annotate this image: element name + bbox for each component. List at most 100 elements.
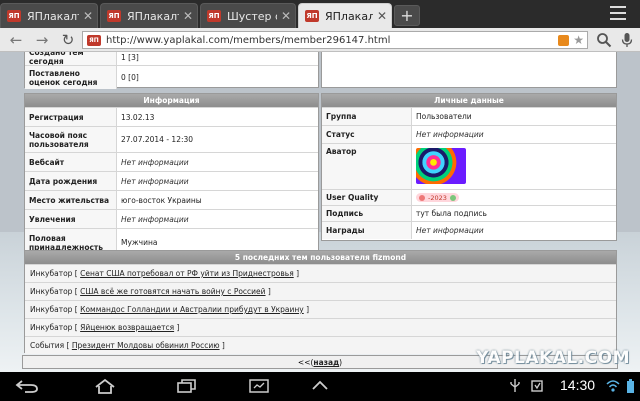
topic-link[interactable]: США всё же готовятся начать войну с Росс…: [80, 287, 265, 296]
star-icon[interactable]: ★: [573, 33, 584, 47]
topic-row: Инкубатор [ Яйценюк возвращается ]: [25, 318, 616, 336]
page-viewport: Создано тем сегодня 1 [3] Поставлено оце…: [0, 52, 640, 372]
notification-icon: [531, 380, 543, 392]
back-suffix: ): [339, 358, 343, 367]
avatar[interactable]: [416, 148, 466, 184]
topic-section: Инкубатор: [30, 287, 73, 296]
watermark: YAPLAKAL.COM: [476, 348, 630, 368]
quality-value: -2023: [428, 193, 447, 202]
tab-1[interactable]: ЯП ЯПлакалъ ✕: [0, 3, 98, 28]
clock: 14:30: [560, 377, 596, 393]
quality-badge[interactable]: -2023: [416, 193, 459, 202]
info-key: Вебсайт: [25, 153, 117, 171]
topic-link[interactable]: Сенат США потребовал от РФ уйти из Придн…: [80, 269, 294, 278]
topic-section: Инкубатор: [30, 269, 73, 278]
avatar-row: Аватор: [322, 143, 616, 189]
search-icon[interactable]: [596, 32, 612, 48]
info-title: Информация: [25, 94, 318, 107]
info-value: Нет информации: [121, 176, 189, 186]
wifi-icon: [606, 380, 620, 392]
screenshot-icon[interactable]: [248, 378, 270, 394]
awards-value: Нет информации: [416, 226, 484, 235]
stats-panel-right: [321, 52, 617, 88]
stat-row: Создано тем сегодня 1 [3]: [25, 52, 318, 66]
menu-icon[interactable]: [610, 6, 626, 22]
tab-strip: ЯП ЯПлакалъ ✕ ЯП ЯПлакалъ ✕ ЯП Шустер сл…: [0, 0, 640, 28]
tab-label: ЯПлакалъ: [27, 9, 79, 23]
info-row: Часовой пояс пользователя 27.07.2014 - 1…: [25, 126, 318, 152]
stat-value: 0 [0]: [121, 73, 139, 82]
info-row: Место жительства юго-восток Украины: [25, 190, 318, 209]
stat-key: Поставлено оценок сегодня: [25, 66, 117, 89]
stat-key: Создано тем сегодня: [25, 52, 117, 66]
close-icon[interactable]: ✕: [79, 9, 97, 23]
forward-arrow-icon[interactable]: →: [32, 30, 52, 50]
tab-label: Шустер сле...: [227, 9, 277, 23]
personal-row: Награды Нет информации: [322, 221, 616, 239]
tab-3[interactable]: ЯП Шустер сле... ✕: [200, 3, 296, 28]
info-value: 27.07.2014 - 12:30: [121, 135, 194, 144]
topic-link[interactable]: Президент Молдовы обвинил Россию: [72, 341, 220, 350]
info-value: юго-восток Украины: [121, 195, 202, 205]
back-icon[interactable]: [14, 378, 40, 394]
personal-row: Статус Нет информации: [322, 125, 616, 143]
battery-icon: [627, 379, 634, 393]
plus-icon[interactable]: [449, 194, 456, 201]
group-key: Группа: [322, 108, 412, 125]
info-key: Дата рождения: [25, 172, 117, 190]
topic-section: События: [30, 341, 65, 350]
back-arrow-icon[interactable]: ←: [6, 30, 26, 50]
favicon-icon: ЯП: [87, 34, 101, 46]
stat-row: Поставлено оценок сегодня 0 [0]: [25, 65, 318, 89]
stat-value: 1 [3]: [121, 52, 139, 62]
favicon-icon: ЯП: [107, 10, 121, 22]
personal-title: Личные данные: [322, 94, 616, 107]
address-bar: ← → ↻ ЯП http://www.yaplakal.com/members…: [0, 28, 640, 52]
info-row: Дата рождения Нет информации: [25, 171, 318, 190]
info-row: Увлечения Нет информации: [25, 209, 318, 228]
chevron-up-icon[interactable]: [310, 378, 330, 394]
info-row: Регистрация 13.02.13: [25, 107, 318, 126]
url-text: http://www.yaplakal.com/members/member29…: [106, 34, 391, 46]
info-row: Вебсайт Нет информации: [25, 152, 318, 171]
microphone-icon[interactable]: [620, 32, 634, 48]
rss-icon[interactable]: [558, 34, 570, 46]
profile-content: Создано тем сегодня 1 [3] Поставлено оце…: [22, 52, 618, 372]
close-icon[interactable]: ✕: [277, 9, 295, 23]
info-key: Место жительства: [25, 191, 117, 209]
usb-icon: [510, 379, 520, 392]
minus-icon[interactable]: [419, 194, 425, 201]
info-value: 13.02.13: [121, 112, 155, 122]
avatar-cell: [412, 144, 470, 189]
url-input[interactable]: ЯП http://www.yaplakal.com/members/membe…: [82, 31, 588, 49]
info-value: Нет информации: [121, 214, 189, 224]
favicon-icon: ЯП: [7, 10, 21, 22]
tab-2[interactable]: ЯП ЯПлакалъ ✕: [100, 3, 198, 28]
personal-row: Подпись тут была подпись: [322, 205, 616, 221]
recent-apps-icon[interactable]: [174, 378, 200, 394]
close-icon[interactable]: ✕: [179, 9, 197, 23]
system-bar: 14:30: [0, 372, 640, 401]
info-value: Нет информации: [121, 157, 189, 167]
status-key: Статус: [322, 126, 412, 143]
info-key: Увлечения: [25, 210, 117, 228]
topic-row: Инкубатор [ Сенат США потребовал от РФ у…: [25, 264, 616, 282]
topics-panel: 5 последних тем пользователя fizmond Инк…: [24, 250, 617, 354]
tab-4-active[interactable]: ЯП ЯПлакалъ ✕: [298, 3, 392, 28]
topic-row: Инкубатор [ США всё же готовятся начать …: [25, 282, 616, 300]
info-key: Регистрация: [25, 108, 117, 126]
signature-key: Подпись: [322, 206, 412, 221]
topics-title: 5 последних тем пользователя fizmond: [25, 251, 616, 264]
topic-link[interactable]: Коммандос Голландии и Австралии прибудут…: [80, 305, 304, 314]
reload-icon[interactable]: ↻: [58, 30, 78, 50]
back-link[interactable]: назад: [313, 358, 339, 367]
home-icon[interactable]: [92, 378, 118, 394]
topic-section: Инкубатор: [30, 305, 73, 314]
stats-panel: Создано тем сегодня 1 [3] Поставлено оце…: [24, 52, 319, 89]
new-tab-button[interactable]: +: [394, 5, 420, 26]
topic-link[interactable]: Яйценюк возвращается: [80, 323, 174, 332]
tab-label: ЯПлакалъ: [325, 9, 373, 23]
info-key: Часовой пояс пользователя: [25, 127, 117, 152]
close-icon[interactable]: ✕: [373, 9, 391, 23]
awards-key: Награды: [322, 222, 412, 239]
